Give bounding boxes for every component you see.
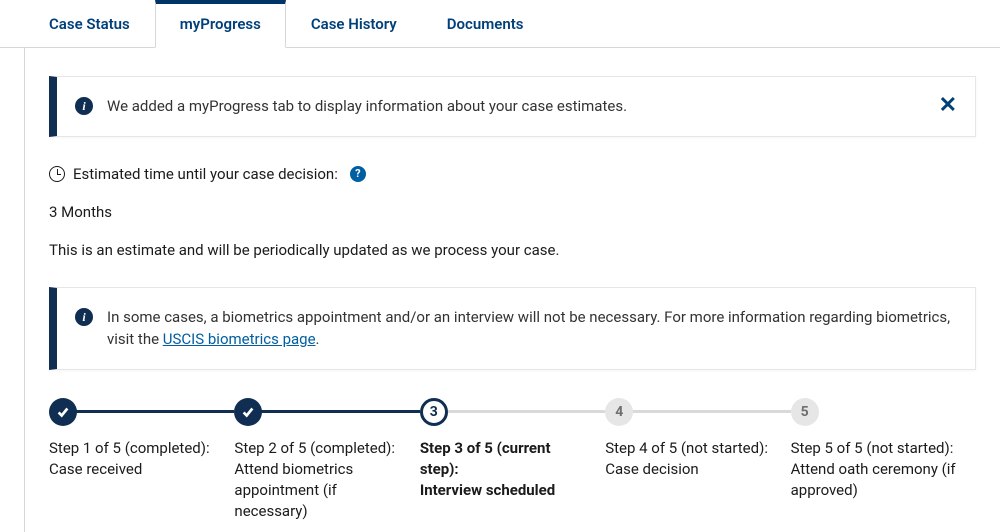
step-1: Step 1 of 5 (completed): Case received — [49, 398, 234, 522]
step-2-title: Step 2 of 5 (completed): — [234, 438, 405, 459]
step-2-desc: Attend biometrics appointment (if necess… — [234, 459, 405, 522]
check-icon — [56, 405, 70, 419]
info-icon: i — [75, 308, 93, 326]
step-4-desc: Case decision — [605, 459, 776, 480]
step-4-marker: 4 — [605, 398, 633, 426]
step-5-marker: 5 — [791, 398, 819, 426]
close-icon[interactable]: ✕ — [939, 95, 957, 117]
intro-banner: i We added a myProgress tab to display i… — [49, 76, 976, 137]
step-3-desc: Interview scheduled — [420, 480, 591, 501]
clock-icon — [49, 166, 65, 182]
biometrics-text-suffix: . — [316, 330, 320, 348]
tab-bar: Case Status myProgress Case History Docu… — [0, 0, 1000, 48]
step-3-title: Step 3 of 5 (current step): — [420, 438, 591, 480]
step-2-marker — [234, 398, 262, 426]
step-3-marker: 3 — [420, 398, 448, 426]
intro-banner-text: We added a myProgress tab to display inf… — [107, 95, 927, 118]
step-5-desc: Attend oath ceremony (if approved) — [791, 459, 962, 501]
tab-documents[interactable]: Documents — [422, 0, 549, 47]
step-5-title: Step 5 of 5 (not started): — [791, 438, 962, 459]
step-4-title: Step 4 of 5 (not started): — [605, 438, 776, 459]
estimate-value: 3 Months — [49, 203, 976, 221]
biometrics-banner: i In some cases, a biometrics appointmen… — [49, 287, 976, 370]
estimate-label: Estimated time until your case decision: — [73, 165, 338, 183]
step-1-title: Step 1 of 5 (completed): — [49, 438, 220, 459]
estimate-row: Estimated time until your case decision:… — [49, 165, 976, 183]
biometrics-banner-text: In some cases, a biometrics appointment … — [107, 306, 957, 351]
step-3: 3 Step 3 of 5 (current step): Interview … — [420, 398, 605, 522]
step-1-desc: Case received — [49, 459, 220, 480]
tab-case-status[interactable]: Case Status — [24, 0, 155, 47]
myprogress-content: i We added a myProgress tab to display i… — [24, 48, 1000, 532]
estimate-note: This is an estimate and will be periodic… — [49, 241, 976, 259]
step-connector — [76, 410, 234, 413]
step-1-marker — [49, 398, 77, 426]
info-icon: i — [75, 97, 93, 115]
progress-stepper: Step 1 of 5 (completed): Case received S… — [49, 398, 976, 532]
check-icon — [241, 405, 255, 419]
biometrics-link[interactable]: USCIS biometrics page — [163, 330, 316, 348]
tab-myprogress[interactable]: myProgress — [155, 0, 286, 48]
step-2: Step 2 of 5 (completed): Attend biometri… — [234, 398, 419, 522]
step-connector — [261, 410, 419, 413]
step-connector — [632, 410, 790, 413]
step-5: 5 Step 5 of 5 (not started): Attend oath… — [791, 398, 976, 522]
step-connector — [447, 410, 605, 413]
step-4: 4 Step 4 of 5 (not started): Case decisi… — [605, 398, 790, 522]
tab-case-history[interactable]: Case History — [286, 0, 422, 47]
help-icon[interactable]: ? — [350, 166, 366, 182]
